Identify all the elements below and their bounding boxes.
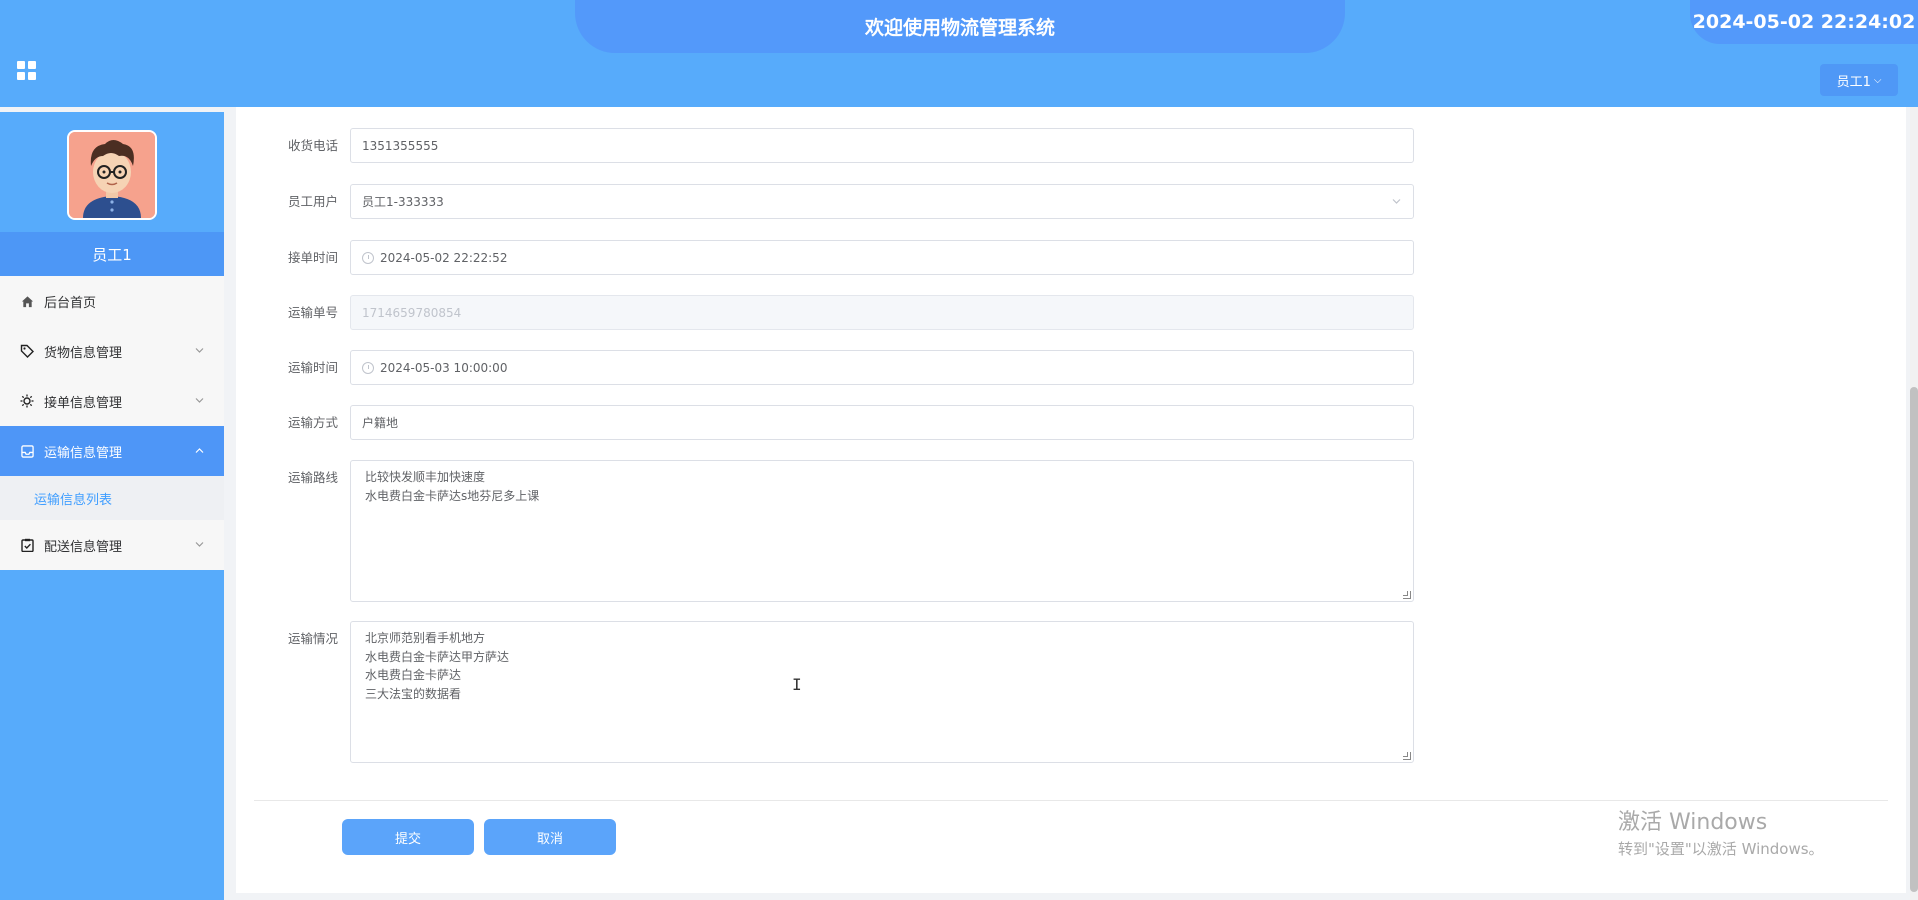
status-line: 水电费白金卡萨达 <box>365 668 462 682</box>
clock-icon <box>362 361 374 374</box>
submit-button[interactable]: 提交 <box>342 819 474 855</box>
clipboard-check-icon <box>20 538 34 552</box>
status-textarea[interactable]: 北京师范别看手机地方 水电费白金卡萨达甲方萨达 水电费白金卡萨达 三大法宝的数据… <box>350 621 1414 763</box>
resize-handle[interactable] <box>1403 591 1411 599</box>
order-time-picker[interactable]: 2024-05-02 22:22:52 <box>350 240 1414 275</box>
form-row-employee: 员工用户 员工1-333333 <box>236 184 1414 219</box>
resize-handle[interactable] <box>1403 752 1411 760</box>
phone-input[interactable]: 1351355555 <box>350 128 1414 163</box>
phone-value: 1351355555 <box>362 138 439 153</box>
form-row-order-time: 接单时间 2024-05-02 22:22:52 <box>236 240 1414 275</box>
sidebar-menu: 后台首页 货物信息管理 接单信息管理 运输信息管理 运输信息列表 配送信息管理 <box>0 276 224 570</box>
status-line: 三大法宝的数据看 <box>365 686 462 701</box>
form-row-phone: 收货电话 1351355555 <box>236 128 1414 163</box>
transport-no-label: 运输单号 <box>287 305 338 320</box>
main-panel: 收货电话 1351355555 员工用户 员工1-333333 接单时间 202… <box>236 107 1906 893</box>
chevron-down-icon <box>1392 196 1401 207</box>
sidebar-item-label: 货物信息管理 <box>44 345 123 361</box>
form-row-transport-no: 运输单号 1714659780854 <box>236 295 1414 330</box>
transport-mode-value: 户籍地 <box>362 416 399 430</box>
sidebar-username: 员工1 <box>0 232 224 276</box>
transport-time-value: 2024-05-03 10:00:00 <box>380 360 508 375</box>
datetime-display: 2024-05-02 22:24:02 <box>1690 0 1918 44</box>
scrollbar-thumb[interactable] <box>1910 387 1918 892</box>
clock-icon <box>362 251 374 264</box>
top-header: 欢迎使用物流管理系统 2024-05-02 22:24:02 员工1 ⌵ <box>0 0 1918 107</box>
phone-label: 收货电话 <box>287 138 338 153</box>
sidebar-item-transport[interactable]: 运输信息管理 <box>0 426 224 476</box>
page-scrollbar[interactable] <box>1910 107 1918 900</box>
sidebar-item-label: 后台首页 <box>44 295 97 311</box>
cancel-button[interactable]: 取消 <box>484 819 616 855</box>
employee-label: 员工用户 <box>287 194 338 209</box>
transport-mode-input[interactable]: 户籍地 <box>350 405 1414 440</box>
watermark-subtitle: 转到"设置"以激活 Windows。 <box>1618 840 1824 858</box>
sidebar-item-orders[interactable]: 接单信息管理 <box>0 376 224 426</box>
inbox-icon <box>20 444 34 458</box>
avatar <box>67 130 157 220</box>
transport-time-label: 运输时间 <box>287 360 338 375</box>
route-label: 运输路线 <box>287 470 338 485</box>
transport-time-picker[interactable]: 2024-05-03 10:00:00 <box>350 350 1414 385</box>
chevron-down-icon <box>195 396 204 407</box>
app-title: 欢迎使用物流管理系统 <box>575 0 1345 53</box>
form-row-transport-time: 运输时间 2024-05-03 10:00:00 <box>236 350 1414 385</box>
form-divider <box>254 800 1888 801</box>
chevron-down-icon <box>195 540 204 551</box>
route-textarea[interactable]: 比较快发顺丰加快速度 水电费白金卡萨达s地芬尼多上课 <box>350 460 1414 602</box>
transport-mode-label: 运输方式 <box>287 415 338 430</box>
status-line: 北京师范别看手机地方 <box>365 631 486 645</box>
watermark-title: 激活 Windows <box>1618 810 1768 835</box>
home-icon <box>20 294 34 308</box>
status-line: 水电费白金卡萨达甲方萨达 <box>365 649 510 664</box>
sidebar-subitem-transport-list[interactable]: 运输信息列表 <box>0 476 224 520</box>
form-row-route: 运输路线 比较快发顺丰加快速度 水电费白金卡萨达s地芬尼多上课 <box>236 460 1414 602</box>
employee-value: 员工1-333333 <box>362 195 444 209</box>
route-line: 比较快发顺丰加快速度 <box>365 470 486 484</box>
employee-select[interactable]: 员工1-333333 <box>350 184 1414 219</box>
order-time-value: 2024-05-02 22:22:52 <box>380 250 508 265</box>
chevron-down-icon: ⌵ <box>1873 74 1882 86</box>
transport-no-value: 1714659780854 <box>362 305 462 320</box>
sidebar-item-label: 配送信息管理 <box>44 539 123 555</box>
user-menu-button[interactable]: 员工1 ⌵ <box>1820 64 1898 96</box>
sidebar-item-label: 运输信息管理 <box>44 445 123 461</box>
status-label: 运输情况 <box>287 631 338 646</box>
sidebar-item-goods[interactable]: 货物信息管理 <box>0 326 224 376</box>
sidebar: 员工1 后台首页 货物信息管理 接单信息管理 运输信息管理 运输信息列表 配送信… <box>0 112 224 900</box>
sidebar-item-label: 接单信息管理 <box>44 395 123 411</box>
order-time-label: 接单时间 <box>287 250 338 265</box>
sun-icon <box>20 394 34 408</box>
text-cursor-icon: I <box>792 675 802 694</box>
tag-icon <box>20 344 34 358</box>
windows-activation-watermark: 激活 Windows 转到"设置"以激活 Windows。 <box>1618 804 1824 859</box>
sidebar-item-delivery[interactable]: 配送信息管理 <box>0 520 224 570</box>
route-line: 水电费白金卡萨达s地芬尼多上课 <box>365 488 540 503</box>
chevron-down-icon <box>195 346 204 357</box>
chevron-up-icon <box>195 446 204 457</box>
form-row-status: 运输情况 北京师范别看手机地方 水电费白金卡萨达甲方萨达 水电费白金卡萨达 三大… <box>236 621 1414 763</box>
sidebar-item-home[interactable]: 后台首页 <box>0 276 224 326</box>
transport-no-input: 1714659780854 <box>350 295 1414 330</box>
form-row-transport-mode: 运输方式 户籍地 <box>236 405 1414 440</box>
user-menu-label: 员工1 <box>1836 74 1871 90</box>
grid-menu-icon[interactable] <box>17 61 37 81</box>
